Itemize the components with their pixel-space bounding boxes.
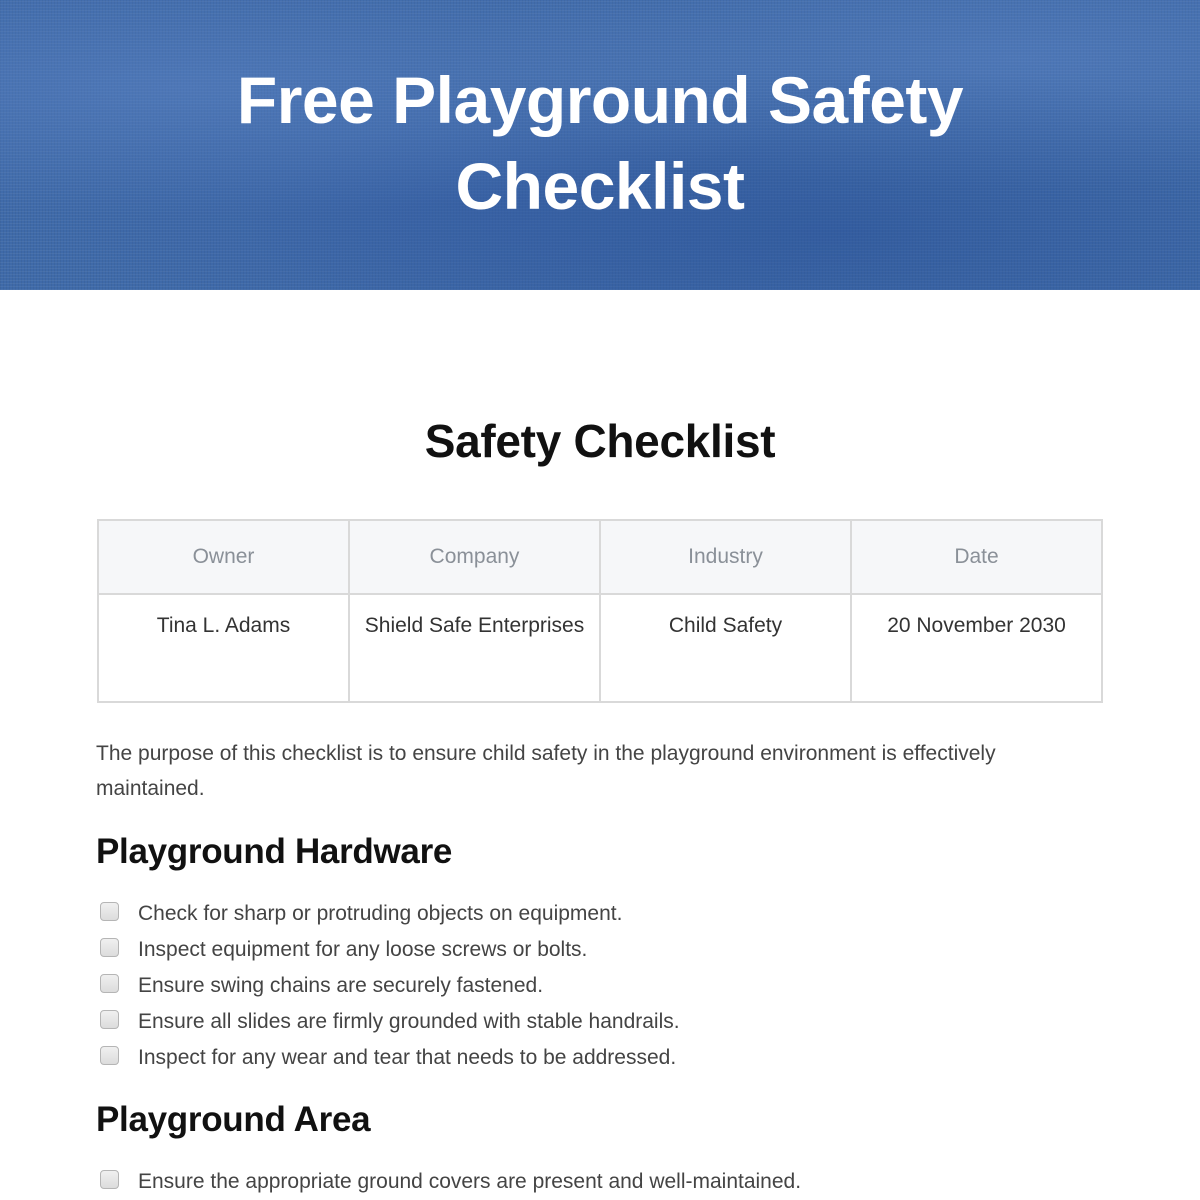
header-owner: Owner bbox=[97, 519, 350, 595]
checkbox[interactable] bbox=[100, 901, 119, 921]
header-banner: Free Playground Safety Checklist bbox=[0, 0, 1200, 290]
checklist-item-label: Ensure all slides are firmly grounded wi… bbox=[138, 1010, 680, 1033]
checklist-item-label: Check for sharp or protruding objects on… bbox=[138, 902, 623, 925]
industry-text: Child Safety bbox=[668, 614, 783, 637]
banner-title: Free Playground Safety Checklist bbox=[236, 63, 964, 223]
info-table-header-row: Owner Company Industry Date bbox=[97, 519, 1103, 595]
checklist-hardware: Check for sharp or protruding objects on… bbox=[100, 896, 680, 1076]
checkbox[interactable] bbox=[100, 1009, 119, 1029]
checklist-area: Ensure the appropriate ground covers are… bbox=[100, 1164, 801, 1200]
checklist-item[interactable]: Inspect for any wear and tear that needs… bbox=[100, 1040, 680, 1076]
checklist-item[interactable]: Ensure swing chains are securely fastene… bbox=[100, 968, 680, 1004]
date-text: 20 November 2030 bbox=[887, 614, 1066, 637]
info-table: Owner Company Industry Date Tina L. Adam… bbox=[97, 519, 1103, 703]
header-company: Company bbox=[348, 519, 601, 595]
checklist-item-label: Ensure the appropriate ground covers are… bbox=[138, 1170, 802, 1193]
checklist-item-label: Inspect for any wear and tear that needs… bbox=[138, 1046, 677, 1069]
checklist-item[interactable]: Ensure the appropriate ground covers are… bbox=[100, 1164, 801, 1200]
checkbox[interactable] bbox=[100, 1045, 119, 1065]
purpose-paragraph: The purpose of this checklist is to ensu… bbox=[96, 742, 996, 800]
document-title: Safety Checklist bbox=[424, 415, 776, 467]
owner-text: Tina L. Adams bbox=[156, 614, 291, 637]
value-date: 20 November 2030 bbox=[850, 593, 1103, 703]
checklist-item[interactable]: Inspect equipment for any loose screws o… bbox=[100, 932, 680, 968]
value-owner: Tina L. Adams bbox=[97, 593, 350, 703]
checkbox[interactable] bbox=[100, 937, 119, 957]
header-date: Date bbox=[850, 519, 1103, 595]
info-table-row: Tina L. Adams Shield Safe Enterprises Ch… bbox=[97, 593, 1103, 703]
company-text: Shield Safe Enterprises bbox=[364, 614, 585, 637]
checkbox[interactable] bbox=[100, 973, 119, 993]
checklist-item-label: Ensure swing chains are securely fastene… bbox=[138, 974, 544, 997]
value-company: Shield Safe Enterprises bbox=[348, 593, 601, 703]
header-industry: Industry bbox=[599, 519, 852, 595]
section-heading-hardware: Playground Hardware bbox=[96, 832, 453, 871]
checklist-item-label: Inspect equipment for any loose screws o… bbox=[138, 938, 588, 961]
value-industry: Child Safety bbox=[599, 593, 852, 703]
checklist-item[interactable]: Ensure all slides are firmly grounded wi… bbox=[100, 1004, 680, 1040]
section-heading-area: Playground Area bbox=[96, 1100, 371, 1139]
checkbox[interactable] bbox=[100, 1169, 119, 1189]
checklist-item[interactable]: Check for sharp or protruding objects on… bbox=[100, 896, 680, 932]
